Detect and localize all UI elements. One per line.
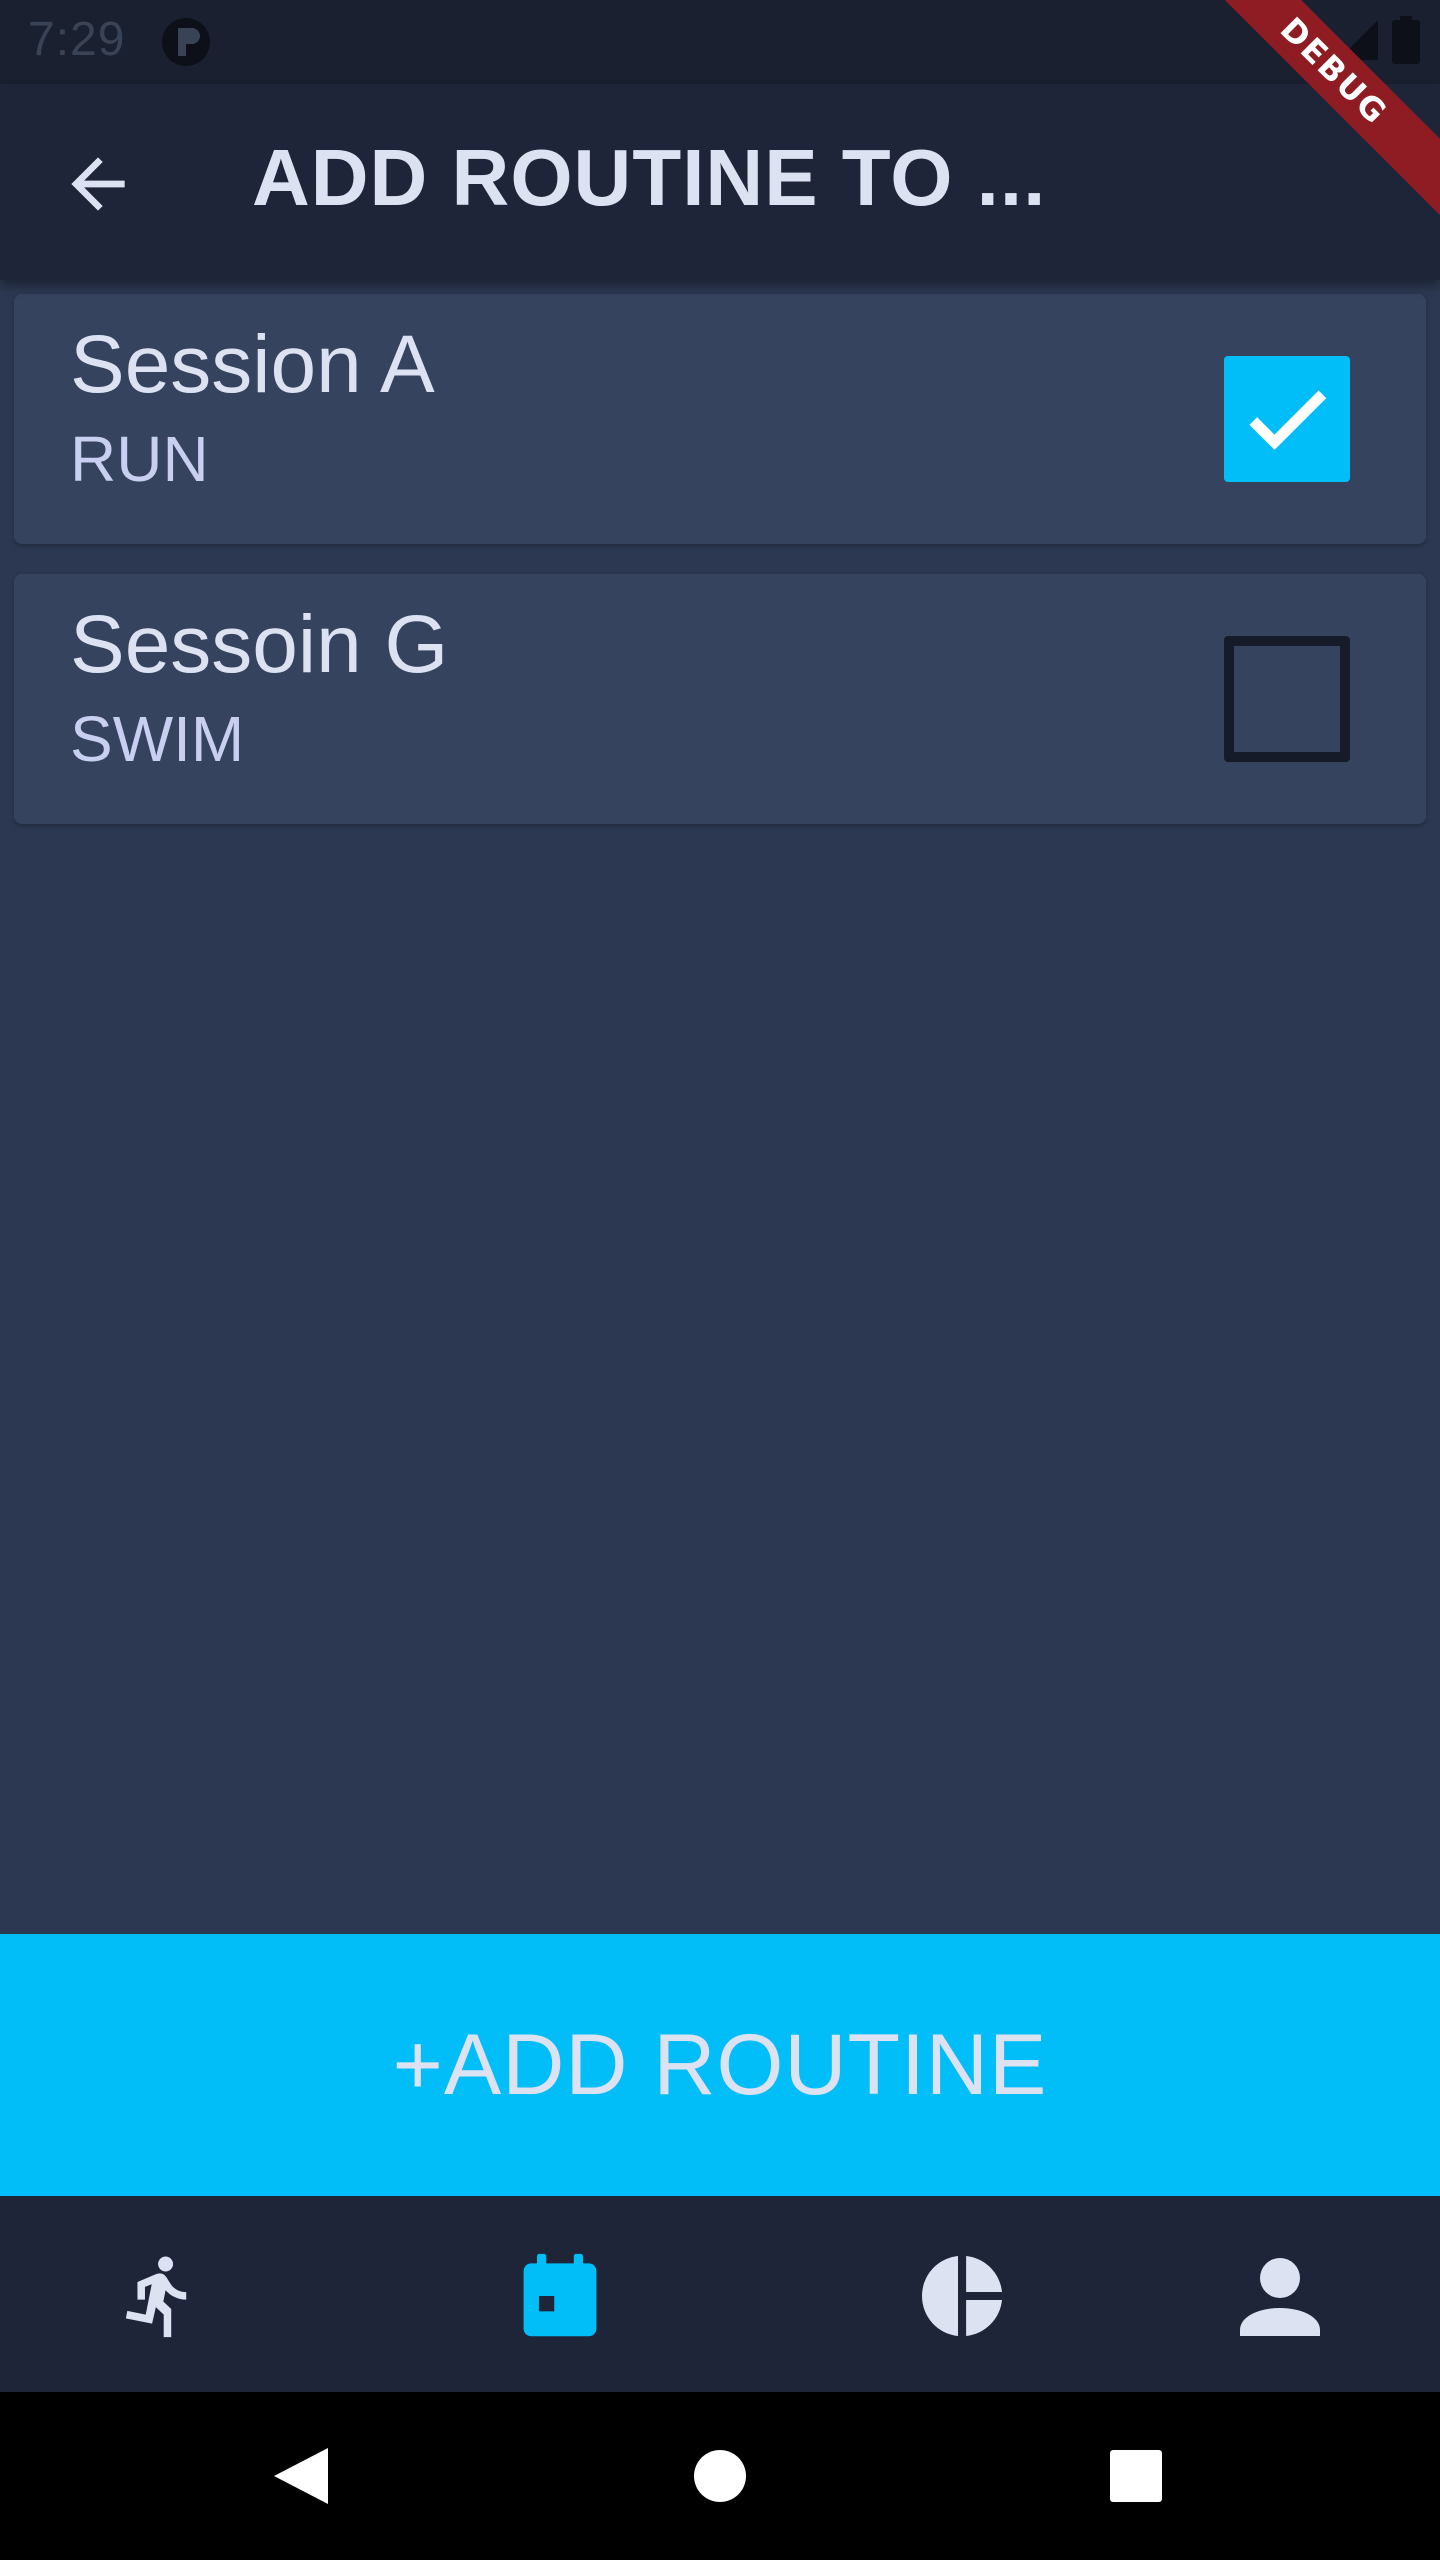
square-recents-icon xyxy=(1110,2450,1162,2502)
notification-app-icon xyxy=(160,16,212,68)
routine-type: RUN xyxy=(70,423,209,495)
add-routine-button[interactable]: +ADD ROUTINE xyxy=(0,1934,1440,2196)
checkmark-icon xyxy=(1249,390,1327,450)
nav-item-profile[interactable] xyxy=(1230,2246,1330,2346)
battery-icon xyxy=(1392,15,1420,69)
routine-checkbox-unchecked[interactable] xyxy=(1224,636,1350,762)
circle-home-icon xyxy=(694,2450,746,2502)
status-bar: 7:29 xyxy=(0,0,1440,84)
pie-chart-icon xyxy=(922,2256,1002,2336)
bottom-nav xyxy=(0,2196,1440,2392)
nav-item-activity[interactable] xyxy=(110,2246,210,2346)
system-home-button[interactable] xyxy=(676,2432,764,2520)
nav-item-calendar[interactable] xyxy=(510,2246,610,2346)
system-nav-bar xyxy=(0,2392,1440,2560)
arrow-back-icon xyxy=(71,157,125,211)
triangle-back-icon xyxy=(274,2448,328,2504)
routine-name: Sessoin G xyxy=(70,599,449,690)
routine-name: Session A xyxy=(70,319,435,410)
routine-card[interactable]: Session A RUN xyxy=(14,294,1426,544)
routine-checkbox-checked[interactable] xyxy=(1224,356,1350,482)
calendar-icon xyxy=(523,2253,597,2337)
system-recents-button[interactable] xyxy=(1092,2432,1180,2520)
routine-type: SWIM xyxy=(70,703,245,775)
routine-card[interactable]: Sessoin G SWIM xyxy=(14,574,1426,824)
status-time: 7:29 xyxy=(28,13,126,66)
back-button[interactable] xyxy=(52,138,144,230)
system-back-button[interactable] xyxy=(256,2432,344,2520)
routine-list: Session A RUN Sessoin G SWIM xyxy=(14,294,1426,854)
page-title: ADD ROUTINE TO ... xyxy=(252,133,1047,222)
app-bar: ADD ROUTINE TO ... xyxy=(0,84,1440,280)
nav-item-stats[interactable] xyxy=(912,2246,1012,2346)
running-icon xyxy=(125,2256,187,2338)
person-icon xyxy=(1240,2258,1320,2336)
